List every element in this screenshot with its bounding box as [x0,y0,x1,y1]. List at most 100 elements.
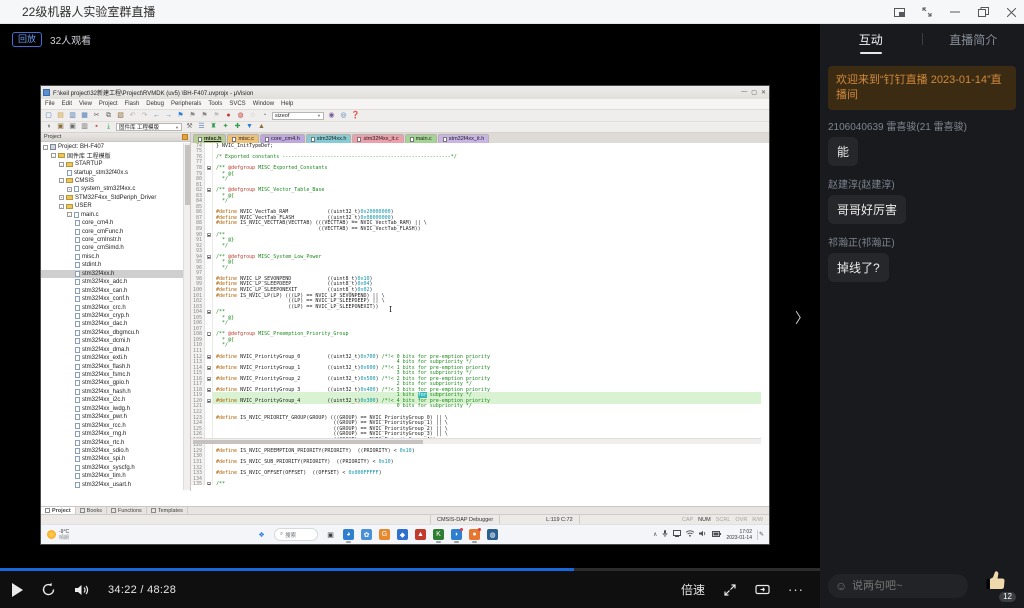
tree-item[interactable]: stm32f4xx_gpio.h [41,379,183,387]
keil-menu-view[interactable]: View [79,101,92,107]
breakpoint-disable-icon[interactable]: ◍ [236,112,245,120]
taskbar-search[interactable]: ⌕ 搜索 [274,528,318,541]
start-icon[interactable]: ❖ [256,529,267,540]
find-in-files-icon[interactable]: ◉ [327,112,336,120]
download-icon[interactable]: ⤓ [104,123,113,131]
tree-item[interactable]: stm32f4xx_conf.h [41,295,183,303]
books-icon[interactable]: ▼ [245,123,254,131]
keil-menu-help[interactable]: Help [281,101,293,107]
tree-item[interactable]: stm32f4xx_adc.h [41,278,183,286]
tree-item[interactable]: - Project: BH-F407 [41,143,183,151]
tree-item[interactable]: startup_stm32f40x.s [41,168,183,176]
keil-menu-debug[interactable]: Debug [146,101,164,107]
fold-box-icon[interactable] [206,482,211,485]
project-panel-close-icon[interactable] [182,134,188,140]
volume-button[interactable] [74,583,90,597]
file-extensions-icon[interactable]: ♜ [209,123,218,131]
keil-menu-peripherals[interactable]: Peripherals [171,101,201,107]
keil-menu-window[interactable]: Window [253,101,274,107]
tree-item[interactable]: - STARTUP [41,160,183,168]
batch-build-icon[interactable]: ▥ [80,123,89,131]
tree-expander-icon[interactable]: - [67,212,72,218]
bookmark-clear-icon[interactable]: ⚑ [212,112,221,120]
tree-item[interactable]: stm32f4xx_rng.h [41,430,183,438]
cast-icon[interactable] [755,583,770,596]
emoji-icon[interactable]: ☺ [835,579,847,593]
keil-menu-file[interactable]: File [45,101,55,107]
keil-window-control-icon[interactable]: ✕ [761,89,766,96]
tree-item[interactable]: - 固件库 工程模版 [41,151,183,160]
tree-expander-icon[interactable]: - [51,153,56,159]
save-icon[interactable]: ▥ [68,112,77,120]
fold-box-icon[interactable] [206,188,211,193]
tree-item[interactable]: stm32f4xx_dcmi.h [41,337,183,345]
tree-item[interactable]: stm32f4xx_hash.h [41,388,183,396]
chat-input[interactable] [828,574,968,598]
bookmark-next-icon[interactable]: ⚑ [200,112,209,120]
editor-tab[interactable]: main.c [404,134,437,143]
fold-box-icon[interactable] [206,232,211,237]
tree-item[interactable]: core_cmSimd.h [41,244,183,252]
tree-item[interactable]: core_cmInstr.h [41,236,183,244]
tree-item[interactable]: stm32f4xx_rcc.h [41,421,183,429]
tree-item[interactable]: core_cmFunc.h [41,227,183,235]
tree-item[interactable]: stm32f4xx_fsmc.h [41,371,183,379]
pen-icon[interactable]: ✎ [757,529,765,540]
pip-icon[interactable] [892,5,906,19]
speed-button[interactable]: 倍速 [681,581,705,598]
tree-item[interactable]: - USER [41,202,183,210]
tree-item[interactable]: stm32f4xx_i2c.h [41,396,183,404]
display-icon[interactable] [673,530,682,539]
fullscreen-icon[interactable] [723,583,737,597]
tree-expander-icon[interactable]: + [59,195,64,201]
bookmark-prev-icon[interactable]: ⚑ [188,112,197,120]
keil-menu-edit[interactable]: Edit [62,101,72,107]
breakpoint-kill-icon[interactable]: ◌ [248,112,257,120]
fold-box-icon[interactable] [206,387,211,392]
editor-tab[interactable]: stm32f4xx_it.h [437,134,490,143]
weather-widget[interactable]: -9°C 晴朗 [47,529,69,541]
g-app-icon[interactable]: G [379,529,390,540]
tree-item[interactable]: stm32f4xx_rtc.h [41,438,183,446]
editor-scrollbar-horizontal[interactable] [191,438,761,444]
tree-item[interactable]: + STM32F4xx_StdPeriph_Driver [41,194,183,202]
tree-expander-icon[interactable]: - [59,178,64,184]
fold-box-icon[interactable] [206,398,211,403]
fold-box-icon[interactable] [206,332,211,337]
bookmark-icon[interactable]: ⚑ [176,112,185,120]
sidebar-tab-interact[interactable]: 互动 [820,31,922,48]
orange-app-icon[interactable]: ● [469,528,481,543]
tree-item[interactable]: stm32f4xx_usart.h [41,481,183,489]
new-file-icon[interactable]: ▢ [44,112,53,120]
volume-icon[interactable] [699,530,707,539]
tree-item[interactable]: + system_stm32f4xx.c [41,185,183,193]
edge-icon[interactable]: ◕ [343,529,354,543]
manage-items-icon[interactable]: ☰ [197,123,206,131]
code-editor[interactable]: 74} NVIC_InitTypeDef; 75 76/* Exported con… [191,143,761,485]
tree-item[interactable]: stm32f4xx_spi.h [41,455,183,463]
tree-item[interactable]: - CMSIS [41,177,183,185]
tree-item[interactable]: stm32f4xx_syscfg.h [41,464,183,472]
tree-item[interactable]: stm32f4xx_dac.h [41,320,183,328]
stop-build-icon[interactable]: ▪ [92,123,101,131]
editor-tab[interactable]: misc.c [227,134,260,143]
editor-tab[interactable]: stm32f4xx_it.c [352,134,404,143]
matlab-icon[interactable]: ▲ [415,529,426,540]
like-button[interactable]: 12 [984,568,1016,602]
keil-menu-svcs[interactable]: SVCS [229,101,245,107]
taskbar-clock[interactable]: 17:02 2023-01-14 [726,529,752,541]
settings-icon[interactable]: ✿ [361,529,372,540]
browser-icon[interactable]: ◍ [487,529,498,540]
project-window-icon[interactable]: ▲ [257,123,266,131]
tree-item[interactable]: stdint.h [41,261,183,269]
open-icon[interactable]: ▤ [56,112,65,120]
sidebar-collapse-chevron-icon[interactable]: 〉 [794,306,810,330]
tree-expander-icon[interactable]: + [67,186,72,192]
video-player[interactable]: 回放 32人观看 F:\keil project\32新建工程\Project\… [0,24,919,608]
tree-item[interactable]: misc.h [41,253,183,261]
fold-box-icon[interactable] [206,365,211,370]
target-options-icon[interactable]: ⚒ [185,123,194,131]
help-search-icon[interactable]: ❓ [351,112,360,120]
cut-icon[interactable]: ✂ [92,112,101,120]
tree-item[interactable]: - main.c [41,211,183,219]
